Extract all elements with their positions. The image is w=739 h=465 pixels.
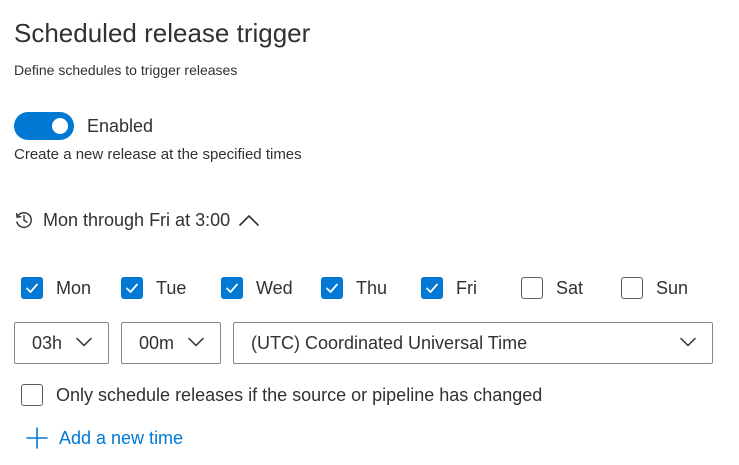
checkbox[interactable]: [421, 277, 443, 299]
checkbox[interactable]: [521, 277, 543, 299]
schedule-header[interactable]: Mon through Fri at 3:00: [14, 206, 260, 234]
minute-value: 00m: [139, 332, 175, 353]
add-new-time-label: Add a new time: [59, 427, 184, 448]
add-icon: [26, 427, 48, 449]
day-label: Mon: [56, 277, 92, 298]
day-checkbox-wed[interactable]: Wed: [221, 276, 293, 300]
chevron-down-icon: [76, 337, 92, 347]
history-clock-icon: [14, 210, 34, 230]
toggle-description: Create a new release at the specified ti…: [14, 146, 302, 163]
day-checkbox-mon[interactable]: Mon: [21, 276, 91, 300]
day-checkbox-thu[interactable]: Thu: [321, 276, 387, 300]
day-checkbox-fri[interactable]: Fri: [421, 276, 477, 300]
hour-value: 03h: [32, 332, 63, 353]
schedule-summary: Mon through Fri at 3:00: [43, 209, 231, 230]
toggle-knob: [52, 118, 68, 134]
day-label: Sat: [556, 277, 584, 298]
day-label: Fri: [456, 277, 477, 298]
day-label: Thu: [356, 277, 388, 298]
page-subtitle: Define schedules to trigger releases: [14, 62, 238, 78]
add-new-time-button[interactable]: Add a new time: [26, 425, 183, 451]
day-label: Sun: [656, 277, 689, 298]
day-checkbox-sat[interactable]: Sat: [521, 276, 583, 300]
only-if-changed-label: Only schedule releases if the source or …: [56, 384, 543, 405]
day-checkbox-sun[interactable]: Sun: [621, 276, 688, 300]
checkbox[interactable]: [21, 277, 43, 299]
chevron-down-icon: [188, 337, 204, 347]
chevron-down-icon: [680, 337, 696, 347]
timezone-value: (UTC) Coordinated Universal Time: [251, 332, 528, 353]
checkbox[interactable]: [221, 277, 243, 299]
page-title: Scheduled release trigger: [14, 18, 311, 48]
hour-dropdown[interactable]: 03h: [14, 322, 109, 364]
day-label: Tue: [156, 277, 187, 298]
chevron-up-icon[interactable]: [238, 213, 260, 227]
checkbox[interactable]: [121, 277, 143, 299]
timezone-dropdown[interactable]: (UTC) Coordinated Universal Time: [233, 322, 713, 364]
only-if-changed-checkbox[interactable]: Only schedule releases if the source or …: [21, 383, 542, 407]
checkbox[interactable]: [21, 384, 43, 406]
checkbox[interactable]: [621, 277, 643, 299]
day-label: Wed: [256, 277, 293, 298]
toggle-label: Enabled: [87, 116, 154, 136]
enabled-toggle[interactable]: [14, 112, 74, 140]
checkbox[interactable]: [321, 277, 343, 299]
day-checkbox-tue[interactable]: Tue: [121, 276, 186, 300]
minute-dropdown[interactable]: 00m: [121, 322, 221, 364]
